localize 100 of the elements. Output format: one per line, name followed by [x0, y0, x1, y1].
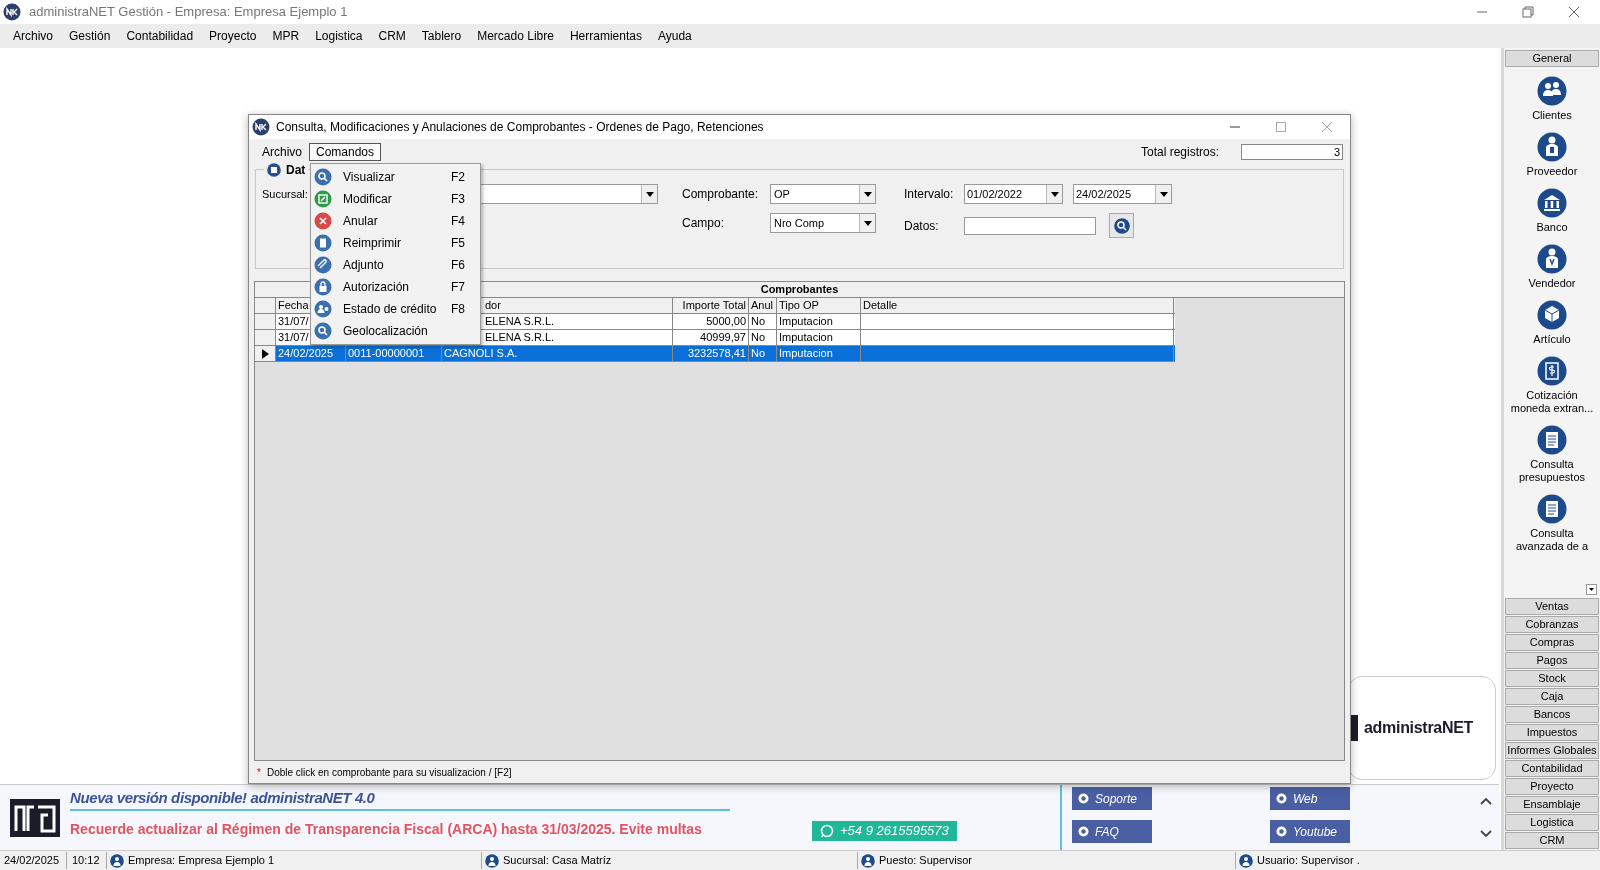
column-header[interactable]: Importe Total [682, 297, 746, 314]
total-records-field: 3 [1241, 144, 1343, 160]
column-header[interactable]: Detalle [863, 297, 898, 314]
shortcut-label[interactable]: Clientes [1509, 109, 1595, 122]
section-button[interactable]: General [1505, 50, 1599, 67]
table-cell-text: 24/02/2025 [278, 346, 334, 362]
voucher-select[interactable]: OP [770, 184, 876, 204]
close-icon[interactable] [1568, 6, 1580, 18]
status-branch: Sucursal: Casa Matríz [503, 853, 612, 869]
table-row[interactable]: 24/02/2025 0011-00000001 CAGNOLI S.A. 3232578,41 No Imputacion [255, 346, 1175, 362]
command-menu-item[interactable]: Reimprimir F5 [311, 232, 480, 254]
date-from-field[interactable]: 01/02/2022 [964, 184, 1063, 204]
shortcut-label[interactable]: Artículo [1509, 333, 1595, 346]
brand-logo-icon [10, 798, 60, 837]
table-cell-text: No [751, 330, 766, 346]
section-button[interactable]: Impuestos [1505, 724, 1599, 741]
section-button[interactable]: Contabilidad [1505, 760, 1599, 777]
section-button[interactable]: Ensamblaje [1505, 796, 1599, 813]
table-cell-text: 3232578,41 [687, 346, 746, 362]
search-icon [314, 322, 332, 340]
column-header[interactable]: Fecha [278, 297, 309, 314]
column-header[interactable]: Anul [751, 297, 774, 314]
app-logo-icon [3, 3, 21, 21]
section-button[interactable]: Cobranzas [1505, 616, 1599, 633]
search-input[interactable] [964, 216, 1096, 235]
menu-item[interactable]: Proyecto [202, 27, 264, 45]
section-button[interactable]: Compras [1505, 634, 1599, 651]
link-button[interactable]: Soporte [1072, 787, 1152, 810]
dollar-document-icon [1537, 356, 1567, 386]
column-header[interactable]: Tipo OP [779, 297, 819, 314]
menu-item[interactable]: Archivo [6, 27, 60, 45]
close-icon [314, 212, 332, 230]
shortcut-label[interactable]: Banco [1509, 221, 1595, 234]
shortcut-text: F4 [451, 213, 465, 230]
people-icon [314, 300, 332, 318]
section-button[interactable]: Informes Globales [1505, 742, 1599, 759]
command-menu-item[interactable]: Autorización F7 [311, 276, 480, 298]
required-mark: * [257, 765, 261, 780]
news-headline[interactable]: Nueva versión disponible! administraNET 4.0 [70, 789, 750, 807]
menu-item[interactable]: Comandos [309, 143, 382, 161]
shortcut-label[interactable]: Cotización moneda extran... [1509, 389, 1595, 415]
column-header[interactable]: dor [485, 297, 501, 314]
shortcut-label[interactable]: Vendedor [1509, 277, 1595, 290]
menu-item[interactable]: Ayuda [650, 27, 699, 45]
menu-item[interactable]: Herramientas [562, 27, 649, 45]
section-button[interactable]: Ventas [1505, 598, 1599, 615]
document-icon [1537, 425, 1567, 455]
section-button[interactable]: Logistica [1505, 814, 1599, 831]
filter-label: Intervalo: [904, 186, 955, 203]
shortcut-text: F7 [451, 279, 465, 296]
table-cell-text: 0011-00000001 [348, 346, 425, 362]
field-select[interactable]: Nro Comp [770, 213, 876, 233]
menu-item[interactable]: CRM [371, 27, 413, 45]
shortcut-label[interactable]: Consulta presupuestos [1509, 458, 1595, 484]
section-button[interactable]: CRM [1505, 832, 1599, 849]
dropdown-button[interactable] [1046, 185, 1062, 203]
table-cell-text: 31/07/ [278, 330, 309, 346]
link-button[interactable]: FAQ [1072, 820, 1152, 843]
window-title: administraNET Gestión - Empresa: Empresa Ejemplo 1 [29, 3, 348, 22]
command-menu-item[interactable]: Adjunto F6 [311, 254, 480, 276]
dropdown-button[interactable] [1155, 185, 1171, 203]
section-button[interactable]: Stock [1505, 670, 1599, 687]
scroll-down-icon[interactable] [1480, 829, 1492, 838]
menu-item[interactable]: MPR [265, 27, 307, 45]
command-menu-item[interactable]: Modificar F3 [311, 188, 480, 210]
section-button[interactable]: Proyecto [1505, 778, 1599, 795]
shortcut-text: F2 [451, 169, 465, 186]
menu-item[interactable]: Gestión [62, 27, 118, 45]
pencil-icon [314, 190, 332, 208]
menu-item[interactable]: Contabilidad [119, 27, 201, 45]
scroll-down-icon[interactable] [1586, 584, 1597, 595]
menu-item[interactable]: Archivo [255, 143, 309, 161]
dropdown-button[interactable] [641, 185, 657, 203]
scroll-up-icon[interactable] [1480, 797, 1492, 806]
section-button[interactable]: Caja [1505, 688, 1599, 705]
status-date: 24/02/2025 [0, 852, 67, 869]
shortcut-text: F6 [451, 257, 465, 274]
command-menu-item[interactable]: Anular F4 [311, 210, 480, 232]
table-cell-text: ELENA S.R.L. [485, 314, 555, 330]
dropdown-button[interactable] [859, 214, 875, 232]
link-button[interactable]: Youtube [1270, 820, 1350, 843]
link-button[interactable]: Web [1270, 787, 1350, 810]
caret-icon [1050, 191, 1059, 197]
section-button[interactable]: Pagos [1505, 652, 1599, 669]
caret-icon [1159, 191, 1168, 197]
restore-icon[interactable] [1522, 6, 1534, 18]
menu-item[interactable]: Mercado Libre [470, 27, 561, 45]
logo-text: administraNET [1364, 718, 1473, 738]
section-button[interactable]: Bancos [1505, 706, 1599, 723]
menu-item[interactable]: Tablero [414, 27, 469, 45]
search-button[interactable] [1109, 213, 1134, 238]
shortcut-text: F3 [451, 191, 465, 208]
dropdown-button[interactable] [859, 185, 875, 203]
date-to-field[interactable]: 24/02/2025 [1073, 184, 1172, 204]
cube-icon [1537, 300, 1567, 330]
menu-item[interactable]: Logistica [308, 27, 370, 45]
command-menu-item[interactable]: Visualizar F2 [311, 166, 480, 188]
shortcut-label[interactable]: Consulta avanzada de a [1509, 527, 1595, 553]
shortcut-label[interactable]: Proveedor [1509, 165, 1595, 178]
table-cell-text: No [751, 346, 766, 362]
